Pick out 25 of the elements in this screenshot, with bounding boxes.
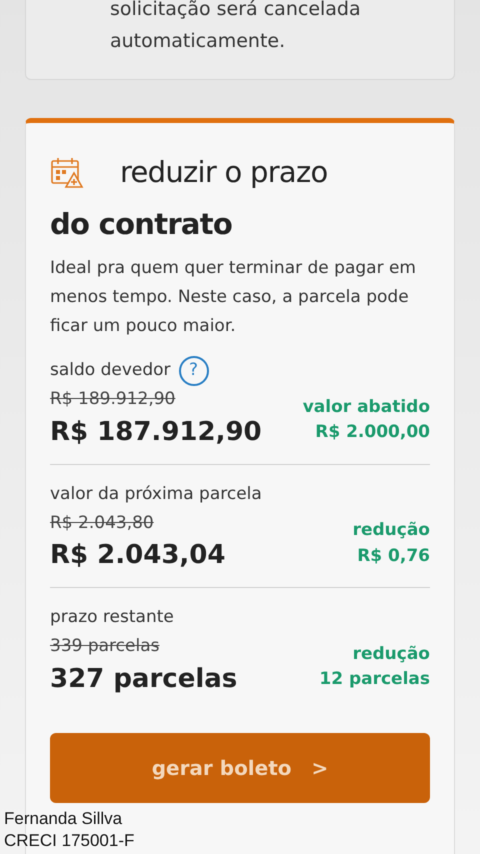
notice-text: solicitação será cancelada [110,0,362,22]
option-title-continued: do contrato [50,206,234,242]
caption-text: CRECI 175001-F [4,830,134,852]
caption-text: Fernanda Sillva [4,808,124,830]
option-description: Ideal pra quem quer terminar de pagar em menos tempo. Neste caso, a parcela pode ficar um pouco maior. [50,257,417,338]
row-label: prazo restante [50,606,174,630]
generate-slip-button[interactable]: gerar boleto > [50,732,430,802]
old-value: 339 parcelas [50,635,160,658]
option-title: reduzir o prazo [120,154,328,191]
difference-value: 12 parcelas [319,668,430,691]
new-value: R$ 2.043,04 [50,539,226,572]
calendar-icon [50,156,84,190]
old-value: R$ 189.912,90 [50,388,176,411]
help-button[interactable]: ? [178,356,209,386]
new-value: 327 parcelas [50,662,238,696]
notice-text: automaticamente. [110,29,286,54]
difference-label: redução [352,642,430,666]
difference-value: R$ 2.000,00 [315,421,430,444]
difference-label: redução [352,519,430,542]
row-label: valor da próxima parcela [50,482,262,506]
row-label: saldo devedor [50,359,171,382]
difference-label: valor abatido [302,396,430,418]
difference-value: R$ 0,76 [357,544,430,568]
old-value: R$ 2.043,80 [50,512,155,534]
new-value: R$ 187.912,90 [50,416,262,448]
